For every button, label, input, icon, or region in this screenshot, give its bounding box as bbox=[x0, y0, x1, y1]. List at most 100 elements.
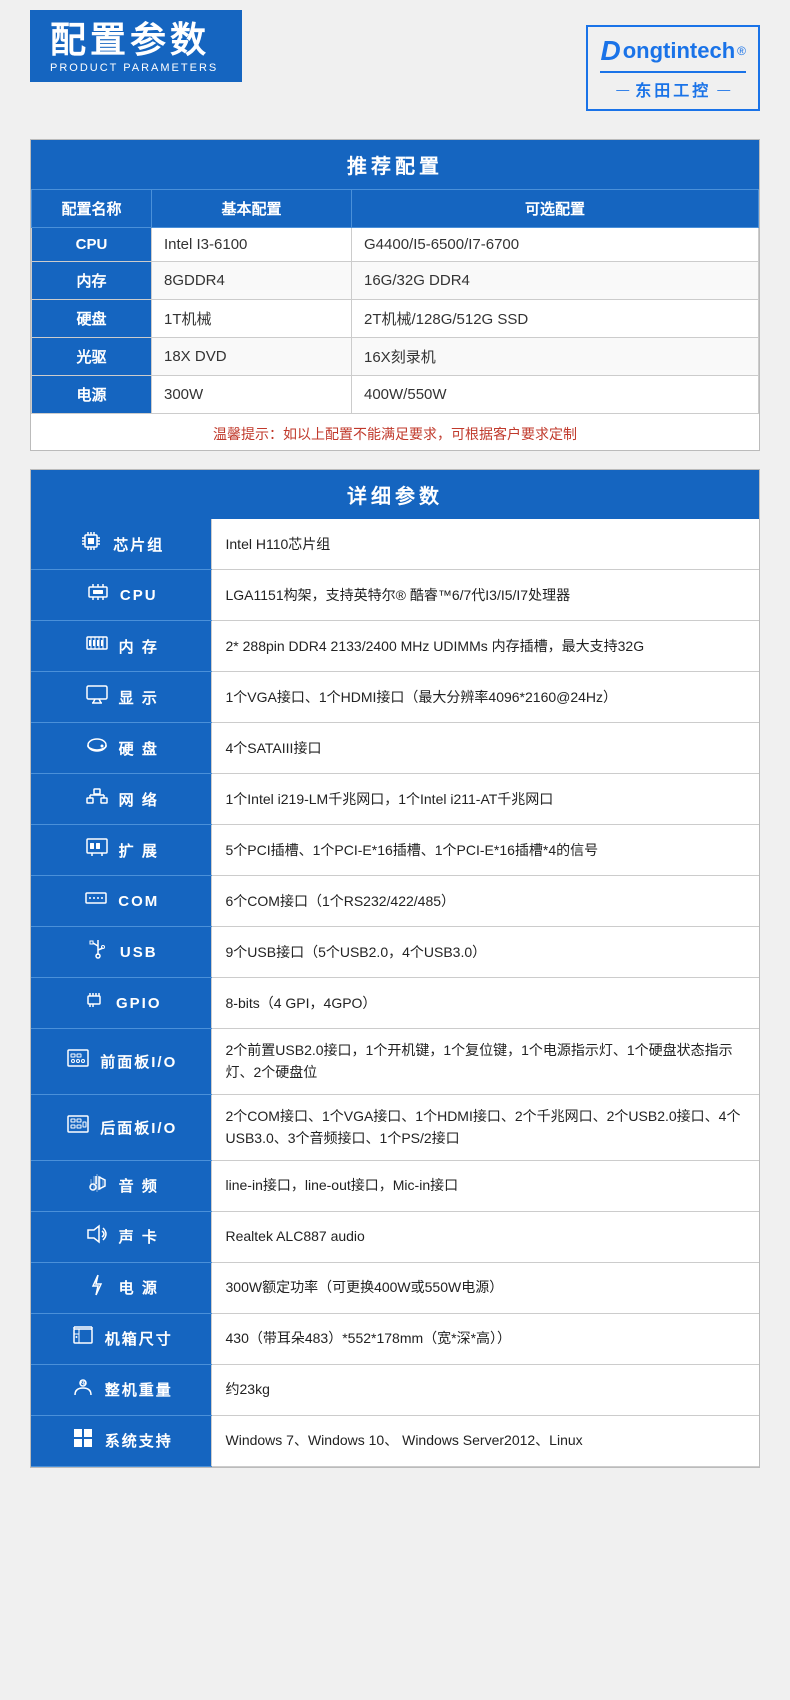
title-sub: PRODUCT PARAMETERS bbox=[50, 62, 218, 74]
row-icon bbox=[69, 1324, 97, 1354]
row-icon bbox=[80, 988, 108, 1018]
detail-row: 声 卡 Realtek ALC887 audio bbox=[31, 1211, 759, 1262]
rec-col-header: 基本配置 bbox=[152, 190, 352, 228]
rec-opt: 400W/550W bbox=[352, 376, 759, 414]
logo-reg: ® bbox=[737, 44, 746, 58]
row-icon bbox=[83, 784, 111, 814]
logo-dash-right: — bbox=[717, 82, 730, 97]
detail-label-cell: CPU bbox=[31, 570, 211, 621]
detail-value-cell: 6个COM接口（1个RS232/422/485） bbox=[211, 876, 759, 927]
rec-col-header: 配置名称 bbox=[32, 190, 152, 228]
row-icon bbox=[83, 682, 111, 712]
row-label-text: 音 频 bbox=[119, 1175, 159, 1196]
detail-value-cell: 5个PCI插槽、1个PCI-E*16插槽、1个PCI-E*16插槽*4的信号 bbox=[211, 825, 759, 876]
row-icon bbox=[83, 733, 111, 763]
title-box: 配置参数 PRODUCT PARAMETERS bbox=[30, 10, 242, 82]
row-label-text: 硬 盘 bbox=[119, 738, 159, 759]
logo-area: D ongtintech ® — 东田工控 — bbox=[586, 20, 760, 111]
rec-row: 内存 8GDDR4 16G/32G DDR4 bbox=[32, 262, 759, 300]
logo-frame: D ongtintech ® — 东田工控 — bbox=[586, 25, 760, 111]
row-icon bbox=[83, 1171, 111, 1201]
detail-tbody: 芯片组 Intel H110芯片组 CPU LGA1151构架，支持英特尔® 酷… bbox=[31, 519, 759, 1466]
detail-label-cell: 电 源 bbox=[31, 1262, 211, 1313]
detail-label-cell: 后面板I/O bbox=[31, 1094, 211, 1160]
row-label-text: USB bbox=[120, 944, 158, 961]
detail-row: 芯片组 Intel H110芯片组 bbox=[31, 519, 759, 570]
detail-row: CPU LGA1151构架，支持英特尔® 酷睿™6/7代I3/I5/I7处理器 bbox=[31, 570, 759, 621]
detail-value-cell: 1个VGA接口、1个HDMI接口（最大分辨率4096*2160@24Hz） bbox=[211, 672, 759, 723]
rec-base: Intel I3-6100 bbox=[152, 228, 352, 262]
detail-value-cell: Realtek ALC887 audio bbox=[211, 1211, 759, 1262]
row-icon bbox=[77, 529, 105, 559]
detail-row: COM 6个COM接口（1个RS232/422/485） bbox=[31, 876, 759, 927]
header-section: 配置参数 PRODUCT PARAMETERS D ongtintech ® —… bbox=[0, 0, 790, 121]
row-icon bbox=[64, 1112, 92, 1142]
recommended-block: 推荐配置 配置名称基本配置可选配置 CPU Intel I3-6100 G440… bbox=[30, 139, 760, 451]
svg-text:kg: kg bbox=[80, 1380, 86, 1386]
row-label-text: 扩 展 bbox=[119, 840, 159, 861]
detail-label-cell: kg 整机重量 bbox=[31, 1364, 211, 1415]
detail-label-cell: 网 络 bbox=[31, 774, 211, 825]
detail-row: 硬 盘 4个SATAIII接口 bbox=[31, 723, 759, 774]
row-icon bbox=[83, 631, 111, 661]
row-label-text: 声 卡 bbox=[119, 1226, 159, 1247]
title-main: 配置参数 bbox=[50, 20, 218, 60]
detail-row: 网 络 1个Intel i219-LM千兆网口，1个Intel i211-AT千… bbox=[31, 774, 759, 825]
rec-col-header: 可选配置 bbox=[352, 190, 759, 228]
rec-base: 1T机械 bbox=[152, 300, 352, 338]
detail-row: 扩 展 5个PCI插槽、1个PCI-E*16插槽、1个PCI-E*16插槽*4的… bbox=[31, 825, 759, 876]
detail-label-cell: 显 示 bbox=[31, 672, 211, 723]
logo-dash-left: — bbox=[616, 82, 629, 97]
detail-label-cell: 声 卡 bbox=[31, 1211, 211, 1262]
rec-row: 电源 300W 400W/550W bbox=[32, 376, 759, 414]
row-label-text: 显 示 bbox=[119, 687, 159, 708]
logo-brand: D ongtintech ® bbox=[600, 35, 746, 67]
rec-row: CPU Intel I3-6100 G4400/I5-6500/I7-6700 bbox=[32, 228, 759, 262]
detail-value-cell: Windows 7、Windows 10、 Windows Server2012… bbox=[211, 1415, 759, 1466]
detail-value-cell: 2* 288pin DDR4 2133/2400 MHz UDIMMs 内存插槽… bbox=[211, 621, 759, 672]
row-label-text: 系统支持 bbox=[105, 1430, 173, 1451]
row-label-text: 前面板I/O bbox=[100, 1051, 177, 1072]
detail-row: 机箱尺寸 430（带耳朵483）*552*178mm（宽*深*高）） bbox=[31, 1313, 759, 1364]
page-wrapper: 配置参数 PRODUCT PARAMETERS D ongtintech ® —… bbox=[0, 0, 790, 1516]
row-label-text: CPU bbox=[120, 587, 158, 604]
detail-row: USB 9个USB接口（5个USB2.0，4个USB3.0） bbox=[31, 927, 759, 978]
detail-row: 前面板I/O 2个前置USB2.0接口，1个开机键，1个复位键，1个电源指示灯、… bbox=[31, 1029, 759, 1095]
detail-row: kg 整机重量 约23kg bbox=[31, 1364, 759, 1415]
row-label-text: 机箱尺寸 bbox=[105, 1328, 173, 1349]
detail-value-cell: 8-bits（4 GPI，4GPO） bbox=[211, 978, 759, 1029]
row-icon bbox=[84, 937, 112, 967]
detail-table: 芯片组 Intel H110芯片组 CPU LGA1151构架，支持英特尔® 酷… bbox=[31, 519, 759, 1467]
detail-label-cell: 系统支持 bbox=[31, 1415, 211, 1466]
detail-label-cell: 前面板I/O bbox=[31, 1029, 211, 1095]
detail-value-cell: LGA1151构架，支持英特尔® 酷睿™6/7代I3/I5/I7处理器 bbox=[211, 570, 759, 621]
row-icon bbox=[82, 886, 110, 916]
row-label-text: GPIO bbox=[116, 995, 162, 1012]
detail-label-cell: 音 频 bbox=[31, 1160, 211, 1211]
logo-rest: ongtintech bbox=[623, 38, 735, 64]
detail-row: 电 源 300W额定功率（可更换400W或550W电源） bbox=[31, 1262, 759, 1313]
row-icon bbox=[83, 1273, 111, 1303]
rec-opt: G4400/I5-6500/I7-6700 bbox=[352, 228, 759, 262]
detail-label-cell: GPIO bbox=[31, 978, 211, 1029]
rec-base: 300W bbox=[152, 376, 352, 414]
rec-header-row: 配置名称基本配置可选配置 bbox=[32, 190, 759, 228]
detail-value-cell: 300W额定功率（可更换400W或550W电源） bbox=[211, 1262, 759, 1313]
row-label-text: COM bbox=[118, 893, 159, 910]
detail-row: 后面板I/O 2个COM接口、1个VGA接口、1个HDMI接口、2个千兆网口、2… bbox=[31, 1094, 759, 1160]
rec-label: 电源 bbox=[32, 376, 152, 414]
detail-value-cell: 2个前置USB2.0接口，1个开机键，1个复位键，1个电源指示灯、1个硬盘状态指… bbox=[211, 1029, 759, 1095]
logo-cn: 东田工控 bbox=[635, 77, 711, 101]
rec-base: 8GDDR4 bbox=[152, 262, 352, 300]
detail-block: 详细参数 芯片组 Intel H110芯片组 CPU LGA1151构架，支持英… bbox=[30, 469, 760, 1468]
recommended-title: 推荐配置 bbox=[31, 140, 759, 189]
detail-value-cell: 约23kg bbox=[211, 1364, 759, 1415]
logo-cn-row: — 东田工控 — bbox=[600, 77, 746, 101]
row-icon: kg bbox=[69, 1375, 97, 1405]
detail-label-cell: USB bbox=[31, 927, 211, 978]
detail-row: 内 存 2* 288pin DDR4 2133/2400 MHz UDIMMs … bbox=[31, 621, 759, 672]
rec-label: 内存 bbox=[32, 262, 152, 300]
rec-opt: 16X刻录机 bbox=[352, 338, 759, 376]
detail-value-cell: 2个COM接口、1个VGA接口、1个HDMI接口、2个千兆网口、2个USB2.0… bbox=[211, 1094, 759, 1160]
detail-value-cell: Intel H110芯片组 bbox=[211, 519, 759, 570]
